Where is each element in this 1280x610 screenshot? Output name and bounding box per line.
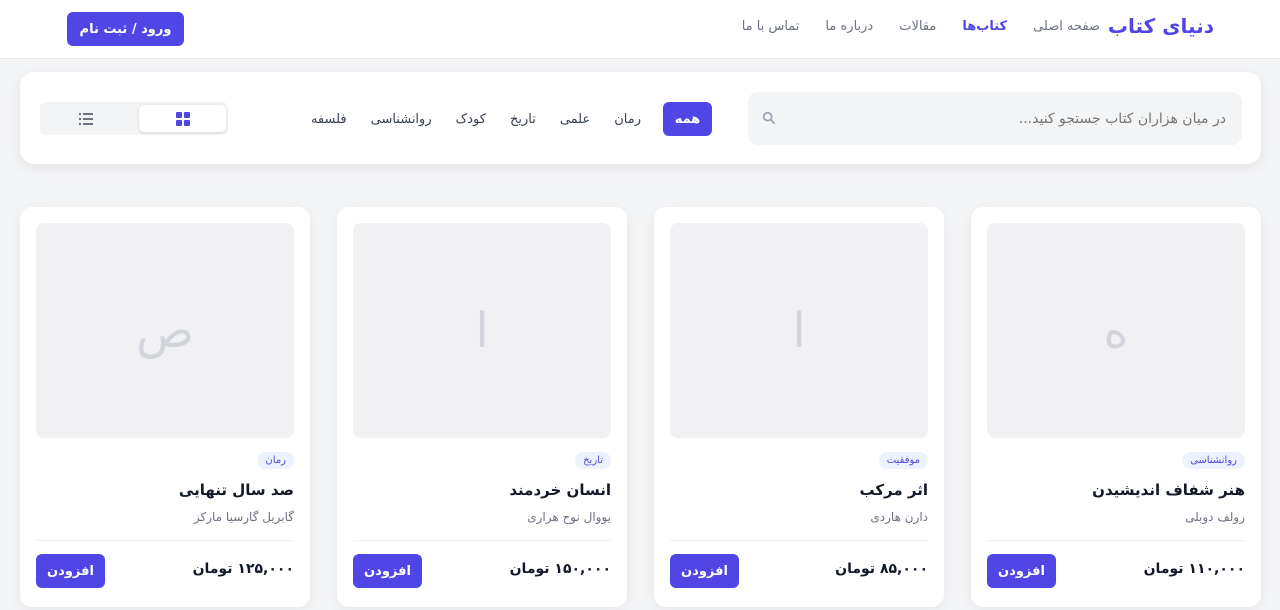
- book-cover: ا: [670, 223, 928, 438]
- book-title[interactable]: صد سال تنهایی: [179, 481, 294, 499]
- nav-articles[interactable]: مقالات: [899, 19, 936, 34]
- category-science[interactable]: علمی: [558, 112, 592, 127]
- brand-logo[interactable]: دنیای کتاب: [1108, 14, 1214, 38]
- book-author: رولف دوبلی: [1185, 510, 1245, 524]
- book-price: ۸۵,۰۰۰ تومان: [835, 561, 928, 577]
- view-toggle: [40, 102, 228, 135]
- book-author: یووال نوح هراری: [527, 510, 611, 524]
- category-badge: موفقیت: [878, 452, 928, 469]
- book-card[interactable]: ا تاریخ انسان خردمند یووال نوح هراری ۱۵۰…: [337, 207, 627, 607]
- category-all[interactable]: همه: [663, 102, 712, 136]
- book-price: ۱۲۵,۰۰۰ تومان: [192, 561, 294, 577]
- card-divider: [987, 540, 1245, 541]
- nav-contact[interactable]: تماس با ما: [742, 19, 800, 34]
- book-title[interactable]: انسان خردمند: [509, 481, 611, 499]
- nav-books[interactable]: کتاب‌ها: [962, 19, 1007, 34]
- category-kids[interactable]: کودک: [454, 112, 488, 127]
- search-icon[interactable]: [762, 111, 776, 125]
- category-philosophy[interactable]: فلسفه: [309, 112, 349, 127]
- list-view-button[interactable]: [42, 105, 129, 132]
- nav-home[interactable]: صفحه اصلی: [1033, 19, 1100, 34]
- book-author: دارن هاردی: [870, 510, 928, 524]
- book-title[interactable]: اثر مرکب: [859, 481, 928, 499]
- book-card[interactable]: ص رمان صد سال تنهایی گابریل گارسیا مارکز…: [20, 207, 310, 607]
- card-divider: [670, 540, 928, 541]
- category-badge: رمان: [257, 452, 294, 469]
- book-price: ۱۵۰,۰۰۰ تومان: [509, 561, 611, 577]
- book-author: گابریل گارسیا مارکز: [193, 510, 294, 524]
- list-icon: [78, 112, 93, 125]
- category-history[interactable]: تاریخ: [508, 112, 538, 127]
- book-title[interactable]: هنر شفاف اندیشیدن: [1092, 481, 1245, 499]
- card-divider: [36, 540, 294, 541]
- category-badge: روانشناسی: [1182, 452, 1245, 469]
- add-to-cart-button[interactable]: افزودن: [670, 554, 739, 588]
- filter-panel: همه رمان علمی تاریخ کودک روانشناسی فلسفه: [20, 72, 1261, 164]
- book-cover: ص: [36, 223, 294, 438]
- add-to-cart-button[interactable]: افزودن: [353, 554, 422, 588]
- grid-icon: [175, 111, 190, 126]
- add-to-cart-button[interactable]: افزودن: [36, 554, 105, 588]
- book-price: ۱۱۰,۰۰۰ تومان: [1143, 561, 1245, 577]
- book-card[interactable]: ه روانشناسی هنر شفاف اندیشیدن رولف دوبلی…: [971, 207, 1261, 607]
- category-badge: تاریخ: [575, 452, 611, 469]
- add-to-cart-button[interactable]: افزودن: [987, 554, 1056, 588]
- login-register-button[interactable]: ورود / ثبت نام: [67, 12, 184, 46]
- main-nav: صفحه اصلی کتاب‌ها مقالات درباره ما تماس …: [742, 19, 1100, 34]
- grid-view-button[interactable]: [139, 105, 226, 132]
- category-novel[interactable]: رمان: [612, 112, 643, 127]
- nav-about[interactable]: درباره ما: [825, 19, 873, 34]
- top-navbar: دنیای کتاب صفحه اصلی کتاب‌ها مقالات دربا…: [0, 0, 1280, 59]
- search-input[interactable]: [786, 110, 1226, 127]
- category-filters: همه رمان علمی تاریخ کودک روانشناسی فلسفه: [309, 102, 712, 136]
- category-psychology[interactable]: روانشناسی: [369, 112, 434, 127]
- book-card[interactable]: ا موفقیت اثر مرکب دارن هاردی ۸۵,۰۰۰ توما…: [654, 207, 944, 607]
- book-cover: ا: [353, 223, 611, 438]
- book-cover: ه: [987, 223, 1245, 438]
- card-divider: [353, 540, 611, 541]
- search-box: [748, 92, 1242, 145]
